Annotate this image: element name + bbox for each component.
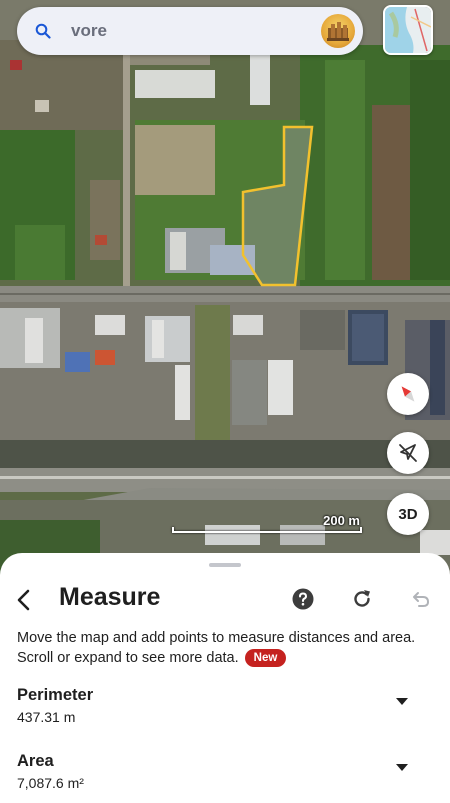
new-badge: New xyxy=(244,649,287,667)
area-label: Area xyxy=(17,752,54,770)
sheet-drag-handle[interactable] xyxy=(209,563,241,567)
my-location-button[interactable] xyxy=(387,432,429,474)
help-icon xyxy=(292,588,314,610)
back-button[interactable] xyxy=(10,583,38,617)
search-icon xyxy=(31,19,55,43)
redo-button[interactable] xyxy=(349,586,375,612)
caret-down-icon xyxy=(396,764,408,771)
scale-bar xyxy=(172,527,362,533)
satellite-imagery xyxy=(0,0,450,580)
map-layers-icon xyxy=(385,7,431,53)
compass-button[interactable] xyxy=(387,373,429,415)
satellite-map[interactable] xyxy=(0,0,450,580)
scale-label: 200 m xyxy=(323,513,360,528)
3d-toggle-button[interactable]: 3D xyxy=(387,493,429,535)
undo-button[interactable] xyxy=(408,586,434,612)
refresh-icon xyxy=(354,590,370,607)
help-button[interactable] xyxy=(290,586,316,612)
undo-icon xyxy=(413,592,430,607)
compass-icon xyxy=(401,386,415,402)
location-off-icon xyxy=(399,444,417,462)
area-row[interactable]: Area 7,087.6 m² xyxy=(17,752,417,791)
map-layers-button[interactable] xyxy=(383,5,433,55)
measure-instructions: Move the map and add points to measure d… xyxy=(17,628,437,668)
perimeter-value: 437.31 m xyxy=(17,709,76,725)
measure-sheet: Measure Move the map and add points to m… xyxy=(0,553,450,803)
perimeter-label: Perimeter xyxy=(17,686,94,704)
caret-down-icon xyxy=(396,698,408,705)
search-query[interactable]: vore xyxy=(71,21,321,41)
sheet-title: Measure xyxy=(59,583,161,611)
instructions-text: Move the map and add points to measure d… xyxy=(17,630,416,666)
area-value: 7,087.6 m² xyxy=(17,775,84,791)
search-bar[interactable]: vore xyxy=(17,7,363,55)
chevron-left-icon xyxy=(17,589,30,611)
perimeter-row[interactable]: Perimeter 437.31 m xyxy=(17,686,417,725)
account-avatar[interactable] xyxy=(321,14,355,48)
map-scale: 200 m xyxy=(168,513,368,539)
